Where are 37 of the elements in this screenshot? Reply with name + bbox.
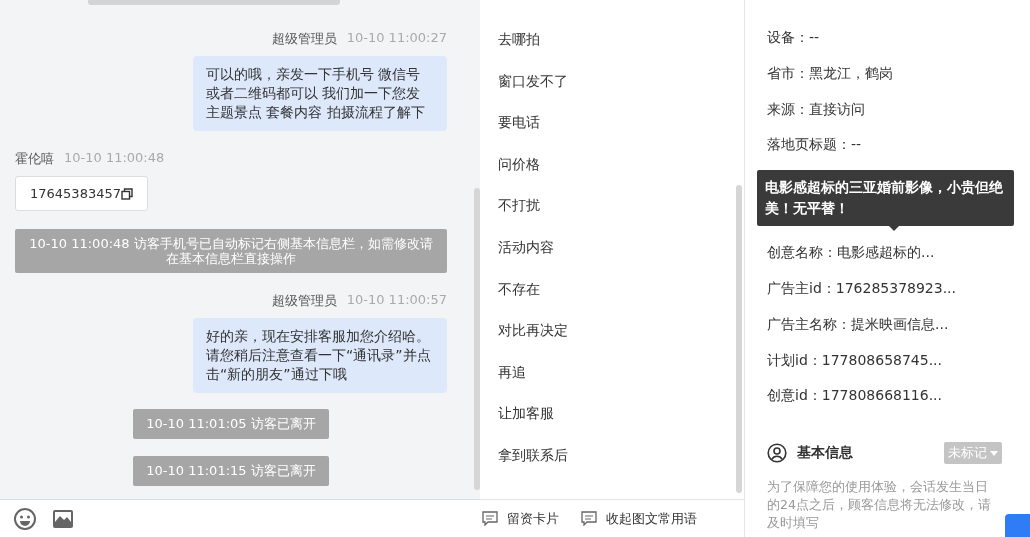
sender-name: 超级管理员	[271, 292, 337, 310]
quick-reply-item[interactable]: 去哪拍	[498, 30, 540, 49]
system-notice: 10-10 11:00:48 访客手机号已自动标记右侧基本信息栏，如需修改请在基本信息栏直接操作	[15, 229, 447, 273]
tooltip: 电影感超标的三亚婚前影像，小贵但绝美！无平替！	[757, 170, 1014, 226]
quick-reply-item[interactable]: 拿到联系后	[498, 445, 568, 465]
message-time: 10-10 11:00:27	[346, 30, 447, 47]
info-field: 省市：黑龙江，鹤岗	[767, 63, 893, 83]
event-notice: 10-10 11:01:05 访客已离开	[133, 409, 329, 439]
message-bubble: 好的亲，现在安排客服加您介绍哈。请您稍后注意查看一下“通讯录”并点击“新的朋友”通过下哦	[193, 318, 447, 393]
quick-reply-item[interactable]: 活动内容	[498, 237, 554, 257]
quick-reply-item[interactable]: 对比再决定	[498, 321, 568, 341]
message-time: 10-10 11:00:48	[64, 150, 165, 167]
info-field: 广告主id：176285378923...	[767, 279, 956, 298]
quick-reply-item[interactable]: 窗口发不了	[498, 71, 568, 91]
info-field: 创意名称：电影感超标的...	[767, 243, 935, 263]
quick-reply-item[interactable]: 要电话	[498, 113, 540, 133]
quick-reply-item[interactable]: 问价格	[498, 154, 540, 174]
info-field: 设备：--	[767, 28, 820, 47]
toolbar-button[interactable]: 留资卡片	[482, 509, 559, 528]
info-field: 广告主名称：提米映画信息...	[767, 314, 949, 334]
info-field: 创意id：177808668116...	[767, 386, 942, 406]
info-field: 来源：直接访问	[767, 99, 865, 119]
sender-name: 超级管理员	[271, 30, 337, 48]
message-time: 10-10 11:00:57	[346, 292, 447, 309]
quick-reply-item[interactable]: 再追	[498, 362, 526, 382]
section-title: 基本信息	[797, 444, 854, 463]
phone-bubble: 17645383457	[15, 176, 148, 211]
info-field: 落地页标题：--	[767, 135, 862, 155]
event-notice: 10-10 11:01:15 访客已离开	[133, 456, 329, 486]
info-field: 计划id：177808658745...	[767, 350, 942, 370]
info-note: 为了保障您的使用体验，会话发生当日的24点之后，顾客信息将无法修改，请及时填写	[767, 478, 992, 533]
message-bubble: 可以的哦，亲发一下手机号 微信号或者二维码都可以 我们加一下您发主题景点 套餐内容 拍摄流程了解下	[193, 56, 447, 131]
toolbar-button[interactable]: 收起图文常用语	[581, 509, 697, 528]
quick-reply-item[interactable]: 让加客服	[498, 404, 554, 424]
sender-name: 霍伦嘻	[15, 150, 54, 168]
quick-reply-item[interactable]: 不存在	[498, 279, 540, 299]
quick-reply-item[interactable]: 不打扰	[498, 196, 540, 216]
